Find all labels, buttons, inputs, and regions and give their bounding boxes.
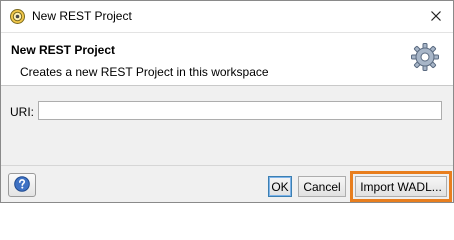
window-title: New REST Project [32,9,132,23]
footer-divider [1,165,453,166]
uri-label: URI: [10,105,34,119]
header-description: Creates a new REST Project in this works… [20,65,269,79]
header-title: New REST Project [11,43,116,57]
help-button[interactable] [8,173,36,197]
cancel-button[interactable]: Cancel [298,176,346,197]
uri-input[interactable] [38,101,442,120]
title-bar: New REST Project [1,1,453,33]
help-icon [14,175,30,195]
soapui-icon [10,9,25,24]
ok-button[interactable]: OK [268,176,292,197]
gear-icon [410,42,440,72]
new-rest-project-dialog: New REST Project New REST Project Create… [0,0,454,203]
close-icon[interactable] [425,5,447,27]
dialog-header: New REST Project Creates a new REST Proj… [1,33,453,86]
import-wadl-highlight [350,171,452,202]
